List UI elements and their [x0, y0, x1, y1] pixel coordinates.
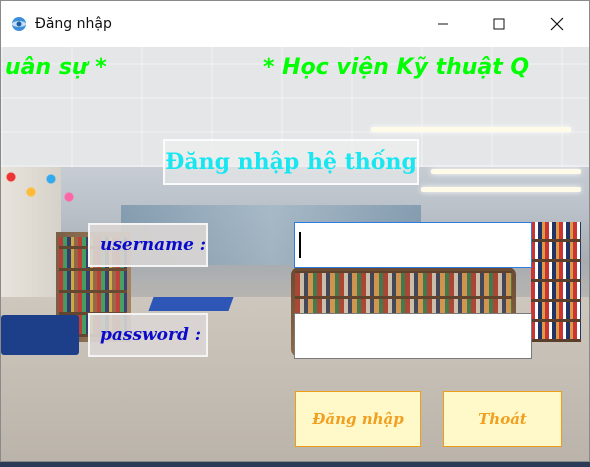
window-title: Đăng nhập: [35, 16, 112, 32]
password-field[interactable]: [294, 313, 532, 359]
maximize-button[interactable]: [471, 1, 527, 47]
minimize-icon: [438, 23, 448, 25]
blue-rug: [148, 297, 234, 311]
bookshelf-right: [531, 222, 581, 342]
form-client-area: uân sự * * Học viện Kỹ thuật Q Đăng nhập…: [1, 47, 589, 461]
username-field[interactable]: [294, 222, 532, 268]
login-button[interactable]: Đăng nhập: [295, 391, 421, 447]
app-icon: [12, 17, 26, 31]
marquee-text-right: * Học viện Kỹ thuật Q: [263, 55, 530, 80]
title-bar: Đăng nhập: [1, 1, 589, 47]
password-label: password :: [100, 325, 202, 345]
minimize-button[interactable]: [415, 1, 471, 47]
exit-button[interactable]: Thoát: [443, 391, 562, 447]
username-input[interactable]: [295, 223, 531, 267]
ceiling-light: [371, 127, 571, 132]
marquee-text-left: uân sự *: [5, 55, 107, 80]
login-window: Đăng nhập uân sự * * Học viện Kỹ thuật Q…: [0, 0, 590, 462]
ceiling-light: [421, 187, 581, 192]
maximize-icon: [493, 18, 505, 30]
username-label-box: username :: [88, 223, 208, 267]
form-heading: Đăng nhập hệ thống: [165, 149, 417, 175]
blue-bench: [1, 315, 79, 355]
wall-decoration: [1, 167, 81, 227]
password-label-box: password :: [88, 313, 208, 357]
password-input[interactable]: [295, 314, 531, 358]
close-button[interactable]: [529, 1, 585, 47]
username-label: username :: [100, 235, 207, 255]
text-caret: [299, 232, 301, 258]
close-icon: [550, 17, 564, 31]
ceiling-light: [431, 169, 581, 174]
form-heading-box: Đăng nhập hệ thống: [163, 139, 419, 185]
